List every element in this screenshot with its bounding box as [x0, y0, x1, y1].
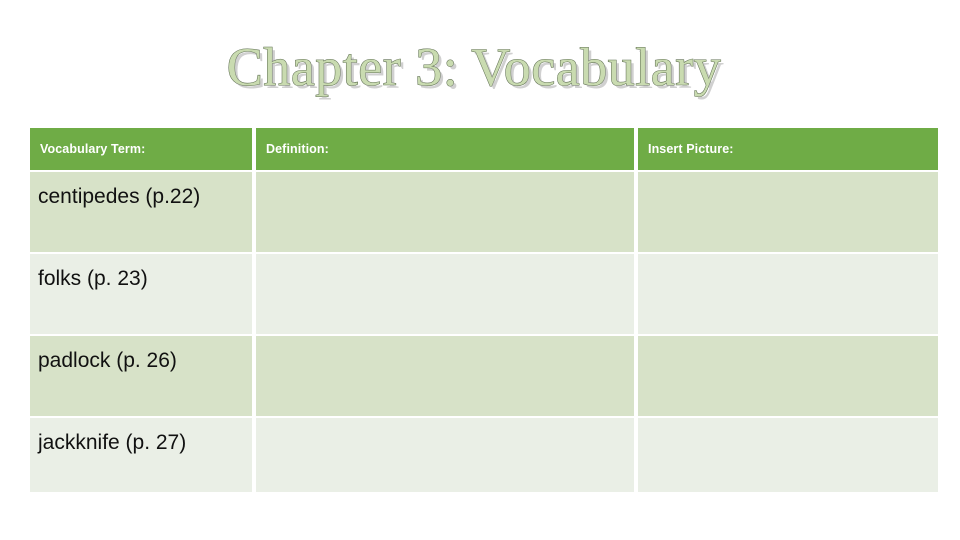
column-header-insert-picture: Insert Picture:	[638, 128, 938, 170]
vocabulary-table: Vocabulary Term: Definition: Insert Pict…	[26, 126, 942, 494]
slide-canvas: Chapter 3: Vocabulary Vocabulary Term: D…	[0, 0, 960, 540]
cell-insert-picture[interactable]	[638, 172, 938, 252]
table-body: centipedes (p.22) folks (p. 23) padlock …	[30, 172, 938, 492]
page-title: Chapter 3: Vocabulary	[226, 36, 722, 97]
cell-insert-picture[interactable]	[638, 418, 938, 492]
cell-definition[interactable]	[256, 418, 634, 492]
cell-insert-picture[interactable]	[638, 254, 938, 334]
table-row: centipedes (p.22)	[30, 172, 938, 252]
cell-definition[interactable]	[256, 172, 634, 252]
cell-vocabulary-term[interactable]: padlock (p. 26)	[30, 336, 252, 416]
column-header-definition: Definition:	[256, 128, 634, 170]
cell-definition[interactable]	[256, 254, 634, 334]
cell-vocabulary-term[interactable]: centipedes (p.22)	[30, 172, 252, 252]
column-header-vocabulary-term: Vocabulary Term:	[30, 128, 252, 170]
table-row: jackknife (p. 27)	[30, 418, 938, 492]
cell-vocabulary-term[interactable]: jackknife (p. 27)	[30, 418, 252, 492]
cell-insert-picture[interactable]	[638, 336, 938, 416]
table-header-row: Vocabulary Term: Definition: Insert Pict…	[30, 128, 938, 170]
cell-vocabulary-term[interactable]: folks (p. 23)	[30, 254, 252, 334]
table-row: folks (p. 23)	[30, 254, 938, 334]
table-row: padlock (p. 26)	[30, 336, 938, 416]
table-header: Vocabulary Term: Definition: Insert Pict…	[30, 128, 938, 170]
cell-definition[interactable]	[256, 336, 634, 416]
